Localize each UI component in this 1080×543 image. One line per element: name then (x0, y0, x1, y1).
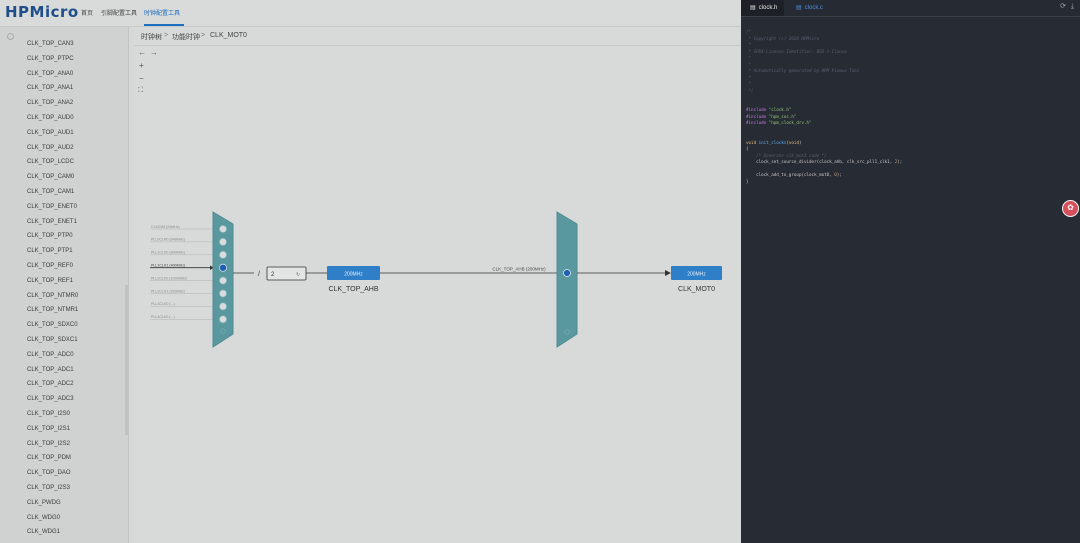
nav-clock-config-tool[interactable]: 时钟配置工具 (144, 8, 180, 17)
nav-home[interactable]: 首页 (81, 8, 93, 17)
sidebar-item[interactable]: CLK_TOP_PDM (27, 455, 71, 461)
code-editor-panel: ▤ clock.h ▤ clock.c ⟳ ⤓ /* * Copyright (c)… (741, 0, 1080, 543)
clock-tree-canvas: 时钟树 > 功能时钟 > CLK_MOT0 ← → + − ⛶ CLK24M (… (134, 27, 741, 543)
tab-clock-c[interactable]: ▤ clock.c (787, 0, 823, 16)
sidebar-item[interactable]: CLK_TOP_ADC3 (27, 396, 74, 402)
sidebar-item[interactable]: CLK_TOP_ANA0 (27, 71, 73, 77)
sidebar-item[interactable]: CLK_TOP_PTPC (27, 56, 74, 62)
divider-symbol: / (258, 271, 260, 278)
source-label: PLL4CLK0 (...) (151, 315, 175, 319)
mux-input-dot[interactable] (219, 302, 227, 311)
source-label: PLL3CLK0 (...) (151, 302, 175, 306)
spinner-icon[interactable]: ↻ (296, 272, 300, 278)
tab-clock-h[interactable]: ▤ clock.h (741, 0, 784, 16)
sidebar-item[interactable]: CLK_TOP_AUD2 (27, 145, 74, 151)
sidebar-item[interactable]: CLK_WDG0 (27, 515, 60, 521)
ahb-frequency: 200MHz (344, 272, 363, 278)
ahb-label: CLK_TOP_AHB (328, 286, 378, 293)
clock-diagram: CLK24M (24MHz) PLL0CLK0 (648MHz) PLL1CLK0 … (150, 211, 722, 348)
search-icon[interactable] (7, 33, 14, 40)
source-label: PLL2CLK1 (333MHz) (151, 289, 185, 293)
source-label: PLL0CLK0 (648MHz) (151, 238, 185, 242)
sidebar-item[interactable]: CLK_TOP_CAM1 (27, 189, 74, 195)
assistant-float-icon[interactable]: ✿ (1062, 200, 1079, 217)
sidebar-item[interactable]: CLK_TOP_REF1 (27, 278, 73, 284)
mux-input-dot[interactable] (219, 250, 227, 259)
sidebar-item[interactable]: CLK_TOP_I2S0 (27, 411, 70, 417)
sidebar-item[interactable]: CLK_TOP_ADC1 (27, 367, 74, 373)
arrow-head (665, 270, 671, 276)
sidebar-item[interactable]: CLK_TOP_SDXC1 (27, 337, 78, 343)
clock-list-sidebar: CLK_TOP_CAN3 CLK_TOP_PTPC CLK_TOP_ANA0 CLK_… (0, 27, 129, 543)
source-label: PLL2CLK0 (1000MHz) (151, 276, 187, 280)
source-label: CLK24M (24MHz) (151, 225, 180, 229)
sidebar-item[interactable]: CLK_TOP_REF0 (27, 263, 73, 269)
source-label: PLL1CLK1 (400MHz) (151, 264, 185, 268)
mux-input-dot[interactable] (219, 315, 227, 324)
mux-input-dot[interactable] (219, 276, 227, 285)
tab-label: clock.c (804, 5, 824, 11)
sidebar-item[interactable]: CLK_WDG1 (27, 529, 60, 535)
file-icon: ▤ (796, 5, 802, 11)
sidebar-item[interactable]: CLK_TOP_SDXC0 (27, 322, 78, 328)
sidebar-item[interactable]: CLK_TOP_AUD0 (27, 115, 74, 121)
editor-tab-bar: ▤ clock.h ▤ clock.c ⟳ ⤓ (741, 0, 1080, 17)
sidebar-item[interactable]: CLK_TOP_CAN3 (27, 41, 74, 47)
sidebar-item[interactable]: CLK_TOP_ENET0 (27, 204, 77, 210)
output-label: CLK_MOT0 (678, 286, 715, 293)
output-frequency: 200MHz (687, 272, 706, 278)
mux-input-dot[interactable] (219, 289, 227, 298)
mux-selected-input[interactable] (563, 269, 571, 277)
sidebar-item[interactable]: CLK_TOP_NTMR0 (27, 293, 78, 299)
refresh-icon[interactable]: ⟳ (1060, 3, 1066, 10)
sidebar-item[interactable]: CLK_TOP_ADC0 (27, 352, 74, 358)
nav-active-indicator (144, 24, 184, 26)
source-label: PLL1CLK0 (800MHz) (151, 251, 185, 255)
download-icon[interactable]: ⤓ (1071, 3, 1074, 10)
sidebar-item[interactable]: CLK_TOP_DAO (27, 470, 71, 476)
sidebar-item[interactable]: CLK_TOP_ADC2 (27, 381, 74, 387)
sidebar-item[interactable]: CLK_TOP_LCDC (27, 159, 74, 165)
mux-input-dot[interactable] (219, 237, 227, 246)
sidebar-item[interactable]: CLK_TOP_I2S3 (27, 485, 70, 491)
sidebar-item[interactable]: CLK_TOP_CAM0 (27, 174, 74, 180)
sidebar-item[interactable]: CLK_PWDG (27, 500, 61, 506)
nav-pin-config-tool[interactable]: 引脚配置工具 (101, 8, 137, 17)
mux2-input-label: CLK_TOP_AHB (200MHz) (492, 267, 546, 272)
sidebar-item[interactable]: CLK_TOP_I2S1 (27, 426, 70, 432)
mux-selected-input[interactable] (219, 263, 227, 272)
sidebar-item[interactable]: CLK_TOP_NTMR1 (27, 307, 78, 313)
sidebar-item[interactable]: CLK_TOP_PTP1 (27, 248, 73, 254)
sidebar-item[interactable]: CLK_TOP_ANA2 (27, 100, 73, 106)
sidebar-item[interactable]: CLK_TOP_AUD1 (27, 130, 74, 136)
file-icon: ▤ (750, 5, 756, 11)
sidebar-item[interactable]: CLK_TOP_PTP0 (27, 233, 73, 239)
sidebar-item[interactable]: CLK_TOP_ANA1 (27, 85, 73, 91)
output-mux (556, 211, 578, 348)
editor-actions: ⟳ ⤓ (1060, 2, 1074, 11)
sidebar-scrollbar[interactable] (125, 285, 128, 435)
logo: HPMicro (5, 3, 79, 21)
code-content[interactable]: /* * Copyright (c) 2024 HPMicro * * SPDX… (746, 29, 902, 185)
top-nav-bar: HPMicro 首页 引脚配置工具 时钟配置工具 (0, 0, 741, 27)
sidebar-item[interactable]: CLK_TOP_ENET1 (27, 219, 77, 225)
sidebar-item[interactable]: CLK_TOP_I2S2 (27, 441, 70, 447)
tab-label: clock.h (758, 5, 778, 11)
mux-input-dot[interactable] (219, 225, 227, 233)
